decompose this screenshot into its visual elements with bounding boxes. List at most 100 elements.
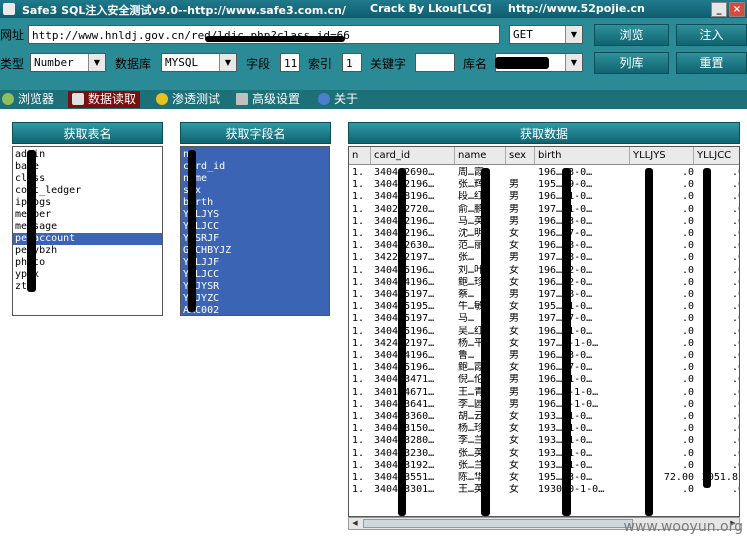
get-data-button[interactable]: 获取数据 [348, 122, 740, 144]
scroll-left-icon[interactable]: ◀ [349, 518, 361, 529]
column-header[interactable]: YLLJCC [694, 147, 739, 165]
get-tables-button[interactable]: 获取表名 [12, 122, 163, 144]
table-row[interactable]: 1.3404…5195…牛…敏女195…-1-0….0.0 [349, 301, 739, 313]
list-db-button[interactable]: 列库 [594, 52, 669, 74]
field-list-item[interactable]: YLLJCC [181, 221, 329, 233]
table-row[interactable]: 1.3404…4196…鲍…珍女196…-2-0….0.0 [349, 277, 739, 289]
db-select[interactable]: MYSQL ▼ [161, 53, 237, 72]
inject-button[interactable]: 注入 [676, 24, 747, 46]
database-icon [72, 93, 84, 105]
table-row[interactable]: 1.3401…4671…王…青男196…2-1-0….0.0 [349, 387, 739, 399]
table-row[interactable]: 1.3404…3551…陈…华女195…-3-0…72.002051.83 [349, 472, 739, 484]
table-cell: .0 [681, 252, 694, 264]
field-list-item[interactable]: YLLJYS [181, 209, 329, 221]
table-cell: 3404…8196… [371, 191, 455, 203]
column-header[interactable]: card_id [371, 147, 455, 165]
close-button[interactable]: × [729, 2, 745, 17]
table-cell: 197…-7-0… [535, 313, 630, 325]
table-cell: 196…-8-0… [535, 240, 630, 252]
table-cell: 3404…2196… [371, 216, 455, 228]
table-row[interactable]: 1.3404…8196…段…红男196…-1-0….0.0 [349, 191, 739, 203]
field-list-item[interactable]: YLLJJF [181, 257, 329, 269]
table-row[interactable]: 1.3404…5197…蔡…男197…-8-0….0.0 [349, 289, 739, 301]
tab-pentest[interactable]: 渗透测试 [156, 91, 220, 108]
field-list-item[interactable]: YLJYZC [181, 293, 329, 305]
field-list-item[interactable]: GRCHBYJZ [181, 245, 329, 257]
table-row[interactable]: 1.3404…2630…范…丽女196…-8-0….0.0 [349, 240, 739, 252]
data-grid[interactable]: ncard_idnamesexbirthYLLJYSYLLJCC 1. 3404…2… [348, 146, 740, 517]
table-row[interactable]: 1.3404…2196…张…辉男195…-9-0….0.0 [349, 179, 739, 191]
field-list-item[interactable]: YLSRJF [181, 233, 329, 245]
table-cell: 1. [352, 423, 365, 435]
table-row[interactable]: 1.3402…2720…俞…鹏男197…-1-0….0.0 [349, 203, 739, 216]
field-list-item[interactable]: card_id [181, 161, 329, 173]
table-cell: 女 [509, 240, 519, 252]
reset-button[interactable]: 重置 [676, 52, 747, 74]
tab-about[interactable]: 关于 [318, 91, 358, 108]
table-cell: 1. [352, 264, 365, 276]
scroll-thumb[interactable] [363, 519, 633, 528]
table-cell: .0 [681, 289, 694, 300]
table-row[interactable]: 1.3424…2197…杨…平女197…0-1-0….0.0 [349, 338, 739, 350]
table-row[interactable]: 1.3404…5197…马…男197…-7-0….0.0 [349, 313, 739, 325]
table-cell: 男 [509, 191, 519, 203]
field-list-item[interactable]: YLLJCC [181, 269, 329, 281]
field-list-item[interactable]: sex [181, 185, 329, 197]
type-select[interactable]: Number ▼ [30, 53, 106, 72]
table-row[interactable]: 1.3404…5196…吴…红女196…-1-0….0.0 [349, 326, 739, 338]
redaction-mark [495, 57, 549, 69]
browse-button[interactable]: 浏览 [594, 24, 669, 46]
method-select[interactable]: GET ▼ [509, 25, 583, 44]
table-cell [506, 167, 535, 179]
field-list-item[interactable]: YLJYSR [181, 281, 329, 293]
column-header[interactable]: sex [506, 147, 535, 165]
table-cell: 3404…5196… [371, 265, 455, 277]
table-row[interactable]: 1.3404…3471…倪…伦男196…-1-0….0.0 [349, 374, 739, 386]
table-row[interactable]: 1.3404…3230…张…英女193…-1-0….0.0 [349, 448, 739, 460]
tab-browser[interactable]: 浏览器 [2, 91, 54, 108]
tab-advanced[interactable]: 高级设置 [236, 91, 300, 108]
table-row[interactable]: 1.3404…3641…李…圆男196…1-1-0….0.0 [349, 398, 739, 411]
table-row[interactable]: 1.3404…3280…李…兰女193…-1-0….0.0 [349, 435, 739, 447]
table-cell: 女 [509, 362, 519, 374]
field-list-item[interactable]: birth [181, 197, 329, 209]
table-row[interactable]: 1.3404…3192…张…兰女193…-1-0….0.0 [349, 459, 739, 472]
table-row[interactable]: 1.3404…2196…沈…明女196…-7-0….0.0 [349, 228, 739, 240]
table-cell: .0 [681, 228, 694, 239]
table-cell: .0 [731, 252, 739, 264]
get-fields-button[interactable]: 获取字段名 [180, 122, 331, 144]
table-cell: 3404…3192… [371, 460, 455, 472]
table-cell: .0 [681, 459, 694, 471]
field-list-item[interactable]: AAC002 [181, 305, 329, 315]
field-list-item[interactable]: name [181, 173, 329, 185]
column-header[interactable]: birth [535, 147, 630, 165]
table-row[interactable]: 1.3404…2196…马…英男196…-3-0….0.0 [349, 215, 739, 228]
redaction-mark [562, 168, 571, 516]
tab-data-read[interactable]: 数据读取 [68, 91, 141, 108]
table-row[interactable]: 1.3404…3360…胡…云女193…-1-0….0.0 [349, 411, 739, 423]
table-row[interactable]: 1.3422…2197…张…男197…-8-0….0.0 [349, 252, 739, 264]
table-cell: 1. [352, 313, 365, 325]
table-cell: 1. [352, 459, 365, 471]
table-row[interactable]: 1.3404…3301…王…英女1930…0-1-0….0.0 [349, 484, 739, 496]
table-row[interactable]: 1.3404…5196…刘…叶女196…-2-0….0.0 [349, 264, 739, 277]
table-row[interactable]: 1.3404…5196…鲍…霞女196…-7-0….0.0 [349, 362, 739, 374]
table-cell: .0 [681, 203, 694, 215]
column-header[interactable]: name [455, 147, 506, 165]
table-cell: 1. [352, 215, 365, 227]
table-cell: .0 [681, 398, 694, 410]
fields-list[interactable]: ncard_idnamesexbirthYLLJYSYLLJCCYLSRJFGR… [180, 146, 330, 316]
table-row[interactable]: 1.3404…4196…鲁…男196…-3-0….0.0 [349, 350, 739, 362]
table-row[interactable]: 1.3404…2690…周…霞196…-3-0….0.0 [349, 167, 739, 179]
column-header[interactable]: YLLJYS [630, 147, 694, 165]
minimize-button[interactable]: _ [711, 2, 727, 17]
table-cell: 3404…5195… [371, 301, 455, 313]
field-list-item[interactable]: n [181, 149, 329, 161]
keyword-input[interactable] [415, 53, 455, 72]
field-input[interactable]: 11 [280, 53, 300, 72]
table-cell: 193…-1-0… [535, 460, 630, 472]
tab-label: 渗透测试 [172, 92, 221, 106]
index-input[interactable]: 1 [342, 53, 362, 72]
table-row[interactable]: 1.3404…3150…杨…珍女193…-1-0….0.0 [349, 423, 739, 435]
column-header[interactable]: n [349, 147, 371, 165]
